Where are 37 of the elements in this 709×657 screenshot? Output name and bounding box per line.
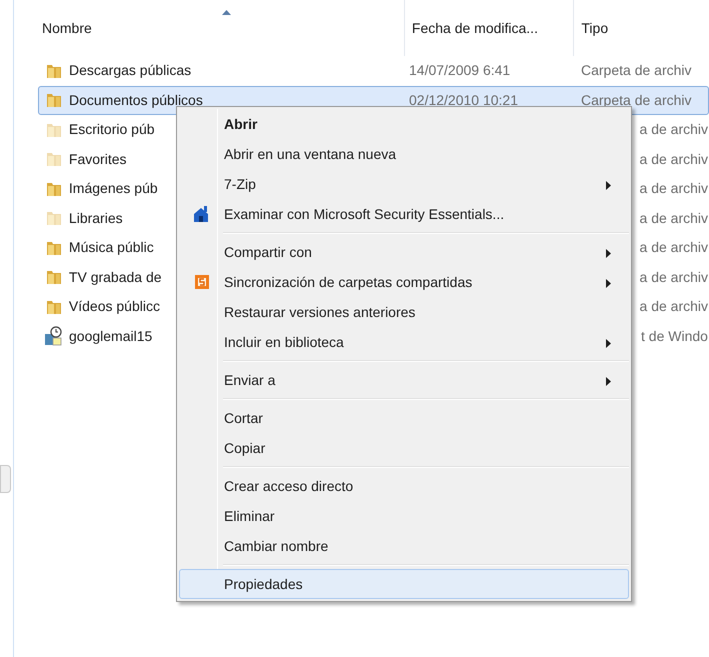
file-name: TV grabada de [68,268,162,287]
menu-item-label: Cambiar nombre [224,536,328,556]
file-type: a de archiv [640,120,708,140]
menu-item-label: Cortar [224,408,263,428]
file-date: 02/12/2010 10:21 [409,90,518,110]
file-type: Carpeta de archiv [581,61,692,80]
menu-item-label: 7-Zip [224,174,256,194]
menu-item-label: Incluir en biblioteca [224,332,344,352]
file-type: a de archiv [640,238,708,258]
file-name: Escritorio púb [68,120,155,140]
menu-item-label: Eliminar [224,506,275,526]
menu-item-label: Restaurar versiones anteriores [224,302,416,322]
file-type: a de archiv [640,179,708,198]
file-name: Descargas públicas [69,61,192,80]
file-name: Favorites [68,150,126,169]
file-type: a de archiv [640,268,708,287]
file-type: a de archiv [640,208,708,228]
menu-item-label: Propiedades [224,574,303,594]
menu-item-label: Abrir [224,114,258,134]
file-name: googlemail15 [69,326,152,346]
file-type: a de archiv [640,297,708,316]
file-date: 14/07/2009 6:41 [409,61,510,80]
menu-item-label: Enviar a [224,370,276,390]
file-name: Vídeos públicc [68,297,160,316]
file-name: Libraries [68,208,123,228]
menu-item-label: Compartir con [224,242,312,262]
menu-item-label: Examinar con Microsoft Security Essentials... [224,204,504,224]
file-type: a de archiv [640,150,708,169]
menu-item-label: Crear acceso directo [224,476,354,496]
menu-item-label: Copiar [224,438,266,458]
menu-item-label: Sincronización de carpetas compartidas [224,272,472,292]
file-name: Imágenes púb [68,179,158,198]
file-name: Documentos públicos [69,90,203,110]
menu-item-label: Abrir en una ventana nueva [224,144,396,164]
file-name: Música públic [68,238,154,258]
file-type: t de Windo [641,326,708,346]
file-type: Carpeta de archiv [581,90,692,110]
